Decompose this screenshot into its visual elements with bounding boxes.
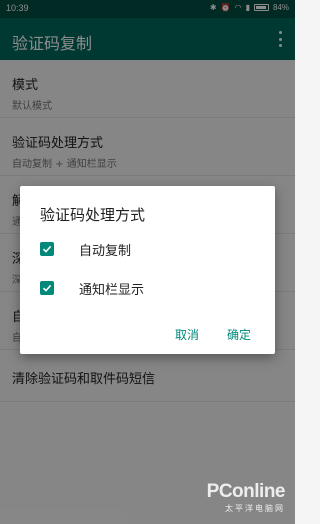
- ok-button[interactable]: 确定: [221, 322, 257, 347]
- option-auto-copy[interactable]: 自动复制: [40, 236, 260, 262]
- dialog-title: 验证码处理方式: [40, 206, 146, 224]
- option-label: 自动复制: [79, 243, 132, 259]
- cancel-button[interactable]: 取消: [169, 322, 205, 347]
- option-notification-display[interactable]: 通知栏显示: [40, 275, 260, 301]
- option-label: 通知栏显示: [79, 282, 145, 298]
- watermark-logo: PConline: [206, 481, 286, 502]
- watermark: PConline 太平洋电脑网: [206, 481, 286, 514]
- checkbox-checked-icon[interactable]: [40, 281, 54, 295]
- code-handling-dialog: 验证码处理方式 自动复制 通知栏显示 取消 确定: [20, 186, 275, 354]
- watermark-subtitle: 太平洋电脑网: [225, 504, 285, 513]
- checkbox-checked-icon[interactable]: [40, 242, 54, 256]
